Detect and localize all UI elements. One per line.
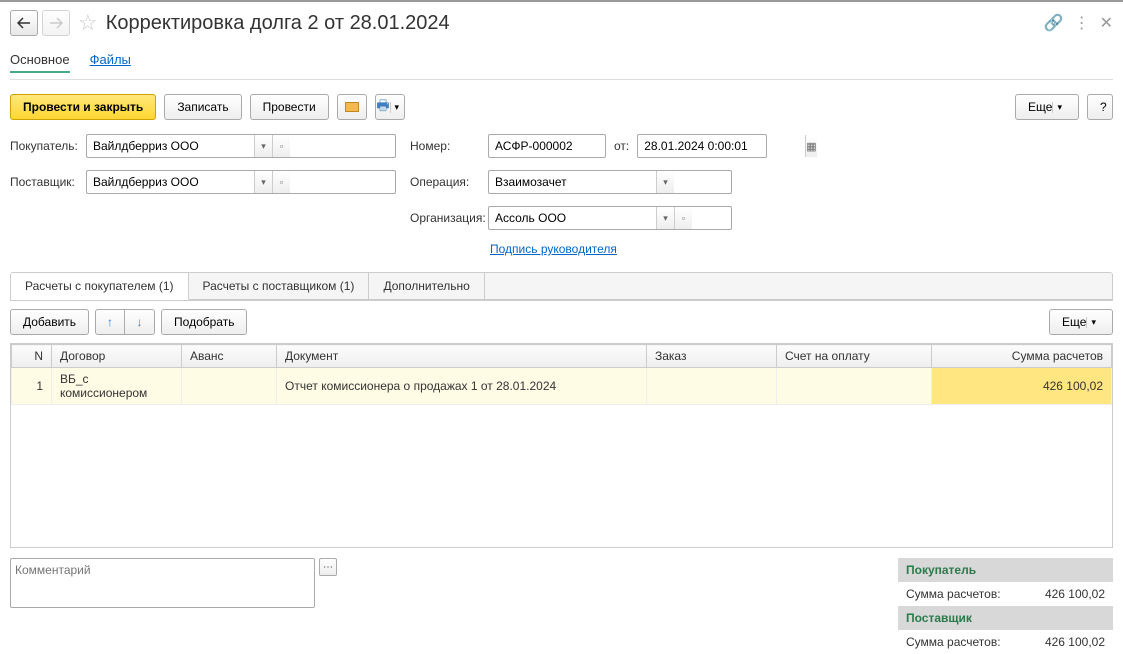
tab-supplier-calc[interactable]: Расчеты с поставщиком (1) [189, 273, 370, 299]
favorite-star-icon[interactable]: ☆ [78, 10, 98, 36]
more-button[interactable]: Еще ▾ [1015, 94, 1079, 120]
print-button[interactable]: 🖶▾ [375, 94, 405, 120]
link-icon[interactable]: 🔗 [1044, 13, 1064, 33]
organization-input[interactable] [489, 207, 656, 229]
col-document[interactable]: Документ [277, 345, 647, 368]
totals-buyer-value: 426 100,02 [1045, 587, 1105, 601]
save-button[interactable]: Записать [164, 94, 241, 120]
add-row-button[interactable]: Добавить [10, 309, 89, 335]
arrow-down-icon: ↓ [137, 315, 143, 329]
cell-advance[interactable] [182, 368, 277, 405]
pick-button[interactable]: Подобрать [161, 309, 247, 335]
col-invoice[interactable]: Счет на оплату [777, 345, 932, 368]
post-and-close-button[interactable]: Провести и закрыть [10, 94, 156, 120]
operation-input[interactable] [489, 171, 656, 193]
envelope-icon [345, 102, 359, 112]
chevron-down-icon: ▾ [1052, 102, 1066, 113]
expand-button[interactable]: ⋯ [319, 558, 337, 576]
dropdown-icon[interactable]: ▾ [656, 171, 674, 193]
move-down-button[interactable]: ↓ [125, 309, 155, 335]
totals-supplier-label: Сумма расчетов: [906, 635, 1001, 649]
supplier-input[interactable] [87, 171, 254, 193]
col-n[interactable]: N [12, 345, 52, 368]
date-from-label: от: [614, 139, 629, 153]
col-advance[interactable]: Аванс [182, 345, 277, 368]
dropdown-icon[interactable]: ▾ [254, 171, 272, 193]
open-icon[interactable]: ▫ [674, 207, 692, 229]
dropdown-icon[interactable]: ▾ [254, 135, 272, 157]
number-input[interactable] [489, 135, 656, 157]
help-button[interactable]: ? [1087, 94, 1113, 120]
col-contract[interactable]: Договор [52, 345, 182, 368]
close-icon[interactable]: ✕ [1100, 13, 1113, 33]
grid-more-button[interactable]: Еще ▾ [1049, 309, 1113, 335]
number-label: Номер: [410, 139, 480, 153]
nav-tab-files[interactable]: Файлы [90, 48, 131, 73]
chevron-down-icon: ▾ [1086, 317, 1100, 328]
totals-supplier-value: 426 100,02 [1045, 635, 1105, 649]
calendar-icon[interactable]: ▦ [805, 135, 816, 157]
totals-supplier-header: Поставщик [898, 606, 1113, 630]
document-title: Корректировка долга 2 от 28.01.2024 [106, 12, 450, 35]
dropdown-icon[interactable]: ▾ [656, 207, 674, 229]
date-input[interactable] [638, 135, 805, 157]
cell-invoice[interactable] [777, 368, 932, 405]
menu-dots-icon[interactable]: ⋮ [1074, 13, 1090, 33]
totals-buyer-header: Покупатель [898, 558, 1113, 582]
move-up-button[interactable]: ↑ [95, 309, 125, 335]
cell-order[interactable] [647, 368, 777, 405]
buyer-label: Покупатель: [10, 139, 78, 153]
tab-additional[interactable]: Дополнительно [369, 273, 484, 299]
totals-buyer-label: Сумма расчетов: [906, 587, 1001, 601]
post-button[interactable]: Провести [250, 94, 329, 120]
signature-link[interactable]: Подпись руководителя [490, 242, 617, 256]
open-icon[interactable]: ▫ [272, 135, 290, 157]
printer-icon: 🖶 [376, 95, 389, 119]
cell-contract[interactable]: ВБ_с комиссионером [52, 368, 182, 405]
cell-n[interactable]: 1 [12, 368, 52, 405]
comment-textarea[interactable] [10, 558, 315, 608]
arrow-up-icon: ↑ [107, 315, 113, 329]
calculations-grid[interactable]: N Договор Аванс Документ Заказ Счет на о… [10, 343, 1113, 548]
nav-tab-main[interactable]: Основное [10, 48, 70, 73]
operation-label: Операция: [410, 175, 480, 189]
col-order[interactable]: Заказ [647, 345, 777, 368]
email-button[interactable] [337, 94, 367, 120]
table-row[interactable]: 1 ВБ_с комиссионером Отчет комиссионера … [12, 368, 1112, 405]
buyer-input[interactable] [87, 135, 254, 157]
cell-amount[interactable]: 426 100,02 [932, 368, 1112, 405]
organization-label: Организация: [410, 211, 480, 225]
chevron-down-icon: ▾ [390, 102, 404, 113]
forward-button [42, 10, 70, 36]
open-icon[interactable]: ▫ [272, 171, 290, 193]
cell-document[interactable]: Отчет комиссионера о продажах 1 от 28.01… [277, 368, 647, 405]
tab-buyer-calc[interactable]: Расчеты с покупателем (1) [11, 273, 189, 300]
supplier-label: Поставщик: [10, 175, 78, 189]
back-button[interactable] [10, 10, 38, 36]
col-amount[interactable]: Сумма расчетов [932, 345, 1112, 368]
